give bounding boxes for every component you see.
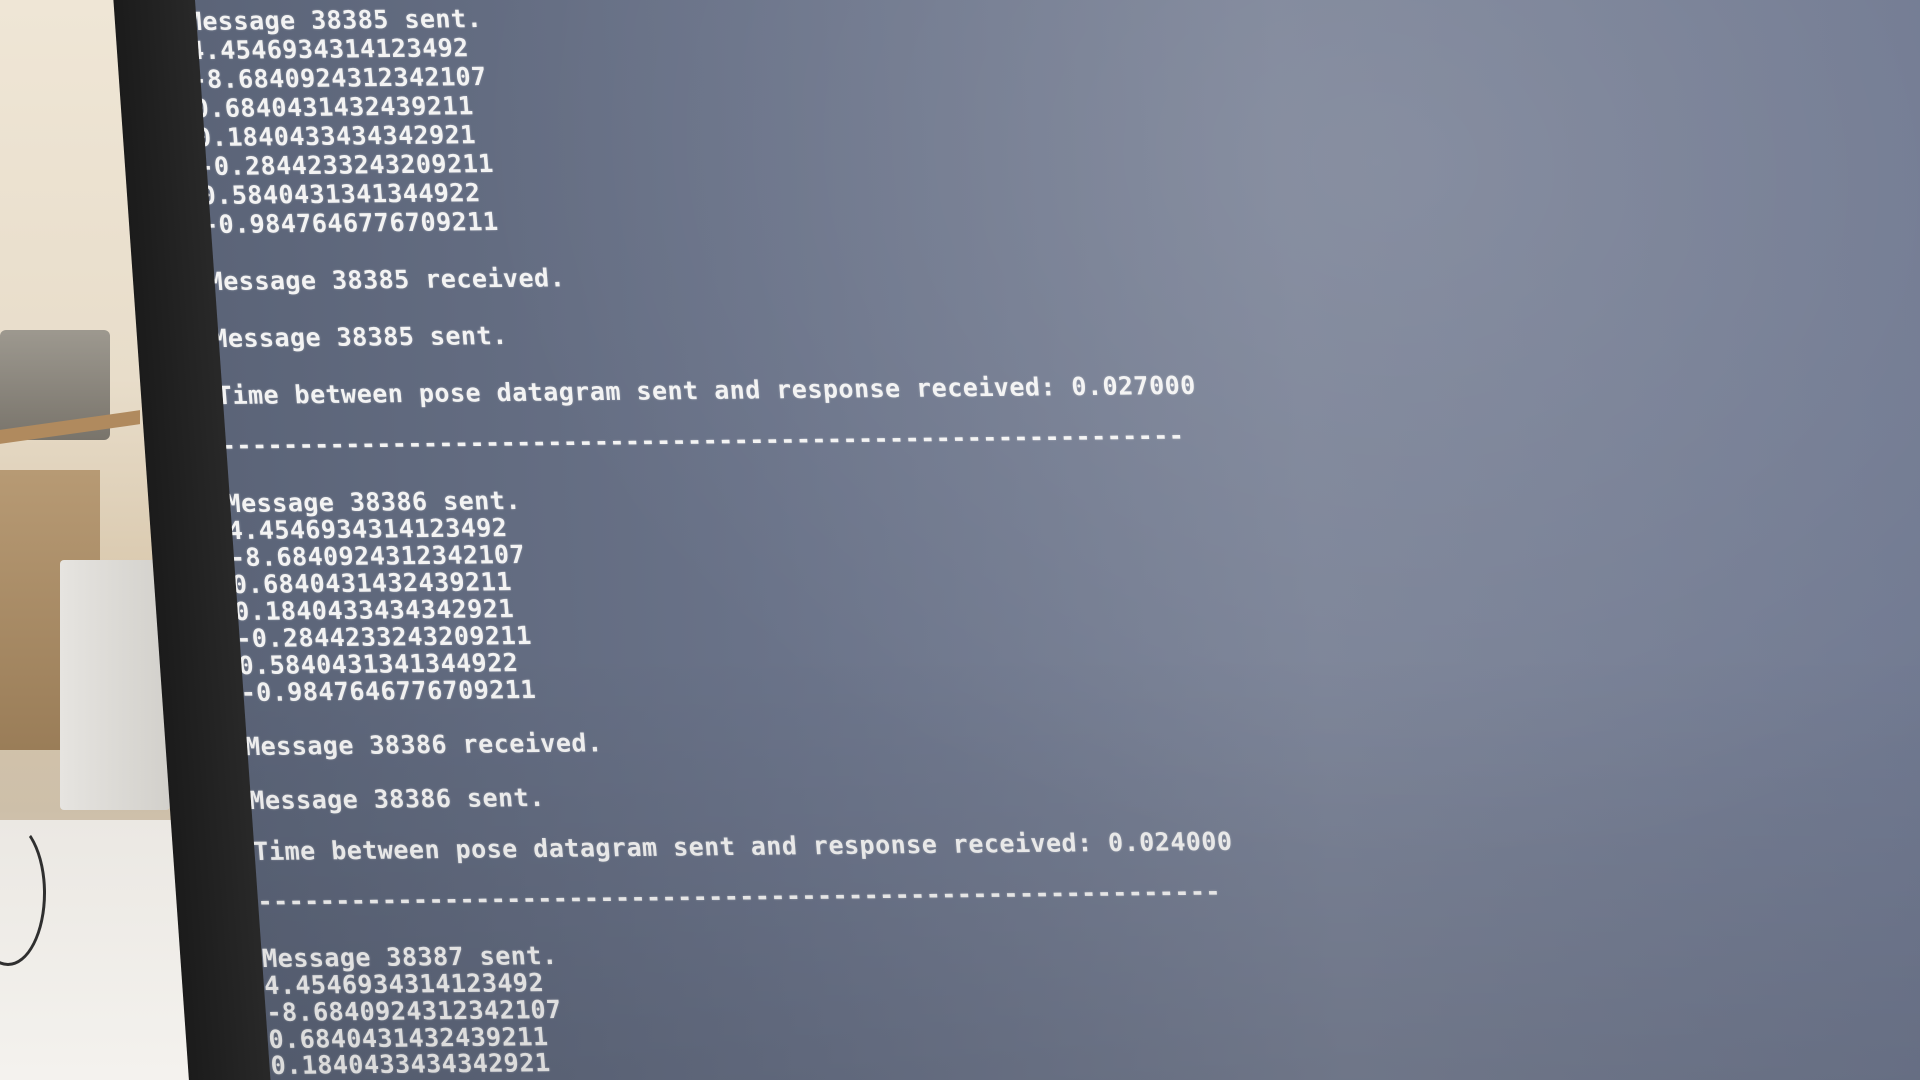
message-received-line: Message 38386 received. [243,728,604,762]
value-line: -0.2844233243209211 [197,149,495,182]
value-line: 0.6840431432439211 [195,91,475,124]
message-sent-line: Message 38386 sent. [248,782,546,816]
terminal-output[interactable]: Message 38385 sent. 4.4546934314123492 -… [195,0,1920,1080]
value-line: 0.1840433434342921 [269,1048,552,1080]
message-sent-line: Message 38385 sent. [195,4,484,37]
timing-line: Time between pose datagram sent and resp… [252,826,1234,867]
separator-line: ----------------------------------------… [256,876,1223,917]
value-line: -0.9847646776709211 [239,674,538,708]
monitor-screen: Message 38385 sent. 4.4546934314123492 -… [195,0,1920,1080]
value-line: 0.1840433434342921 [195,120,477,153]
value-line: -0.9847646776709211 [201,206,500,240]
message-received-line: Message 38385 received. [206,263,567,297]
value-line: 4.4546934314123492 [195,33,470,66]
timing-line: Time between pose datagram sent and resp… [215,370,1197,411]
value-line: -8.6840924312342107 [195,62,488,95]
computer-case [60,560,170,810]
message-sent-line: Message 38385 sent. [211,320,509,354]
separator-line: ----------------------------------------… [219,420,1186,461]
value-line: 0.5840431341344922 [199,178,482,211]
photo-of-monitor: Message 38385 sent. 4.4546934314123492 -… [0,0,1920,1080]
